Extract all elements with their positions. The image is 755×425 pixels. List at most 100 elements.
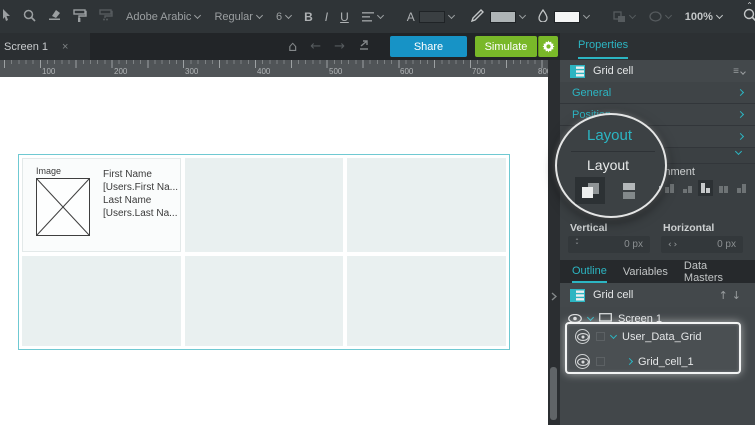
fill-color-droplet-icon[interactable]: [538, 8, 548, 25]
chevron-down-icon[interactable]: [609, 331, 618, 339]
stepper-left-right-icon[interactable]: ‹›: [668, 240, 679, 250]
tree-row-grid-cell-1[interactable]: Grid_cell_1: [567, 349, 739, 374]
select-checkbox[interactable]: [596, 332, 605, 341]
font-family-value: Adobe Arabic: [126, 10, 192, 23]
layout-free-button[interactable]: [575, 177, 605, 204]
chevron-right-icon[interactable]: [625, 357, 634, 366]
ruler-label: 300: [185, 67, 199, 76]
grid-cell[interactable]: [184, 158, 344, 252]
text-align-select[interactable]: [361, 11, 384, 22]
underline-button[interactable]: U: [340, 10, 349, 24]
design-canvas[interactable]: Image First Name [Users.First Na... Last…: [0, 77, 548, 425]
eye-icon: [576, 357, 589, 366]
zoom-level-select[interactable]: 100%: [685, 11, 723, 23]
align-option-button[interactable]: [734, 180, 749, 196]
chevron-down-icon: [447, 11, 455, 19]
grid-cell[interactable]: [347, 256, 506, 346]
field-line[interactable]: [Users.First Na...: [103, 181, 178, 194]
close-icon[interactable]: ×: [62, 41, 68, 53]
simulate-settings-button[interactable]: [538, 36, 558, 57]
user-data-grid-widget[interactable]: Image First Name [Users.First Na... Last…: [18, 154, 510, 350]
magnified-layout-section-title: Layout: [587, 127, 633, 144]
bold-button[interactable]: B: [304, 10, 313, 24]
collapse-toolbar-icon[interactable]: ⌃: [746, 1, 753, 10]
ruler-label: 100: [42, 67, 56, 76]
image-placeholder[interactable]: [36, 178, 90, 236]
chevron-down-icon: [518, 11, 526, 19]
align-left-icon: [361, 11, 374, 22]
tutorial-highlight-box: User_Data_Grid Grid_cell_1: [565, 322, 741, 374]
field-line[interactable]: First Name: [103, 168, 178, 181]
layout-vertical-button[interactable]: [614, 177, 644, 204]
horizontal-spacing-field[interactable]: ‹› 0 px: [661, 236, 743, 253]
forward-arrow-icon[interactable]: →: [334, 39, 345, 54]
style-copy-icon[interactable]: [99, 8, 113, 25]
chevron-down-icon: [285, 11, 293, 19]
grid-cell[interactable]: [22, 256, 181, 346]
tab-data-masters[interactable]: Data Masters: [684, 260, 743, 284]
zoom-tool-icon[interactable]: [23, 9, 36, 25]
panel-menu-icon[interactable]: ≡: [733, 66, 746, 77]
free-layout-icon: [581, 183, 599, 198]
app-window: Adobe Arabic Regular 6 B I U A 100% ⌃ Sc…: [0, 0, 755, 425]
font-size-select[interactable]: 6: [276, 11, 293, 23]
move-up-down-icons[interactable]: ↑↓: [719, 289, 745, 302]
collapse-panel-icon[interactable]: [551, 288, 558, 306]
eye-circle[interactable]: [575, 354, 590, 369]
align-option-button[interactable]: [680, 180, 695, 196]
grid-cell[interactable]: [184, 256, 344, 346]
eraser-tool-icon[interactable]: [48, 9, 61, 24]
outline-widget-header: Grid cell ↑↓: [560, 283, 755, 307]
border-color-pencil-icon[interactable]: [470, 8, 484, 25]
chevron-down-icon: [734, 147, 743, 156]
font-style-select[interactable]: Regular: [214, 10, 264, 23]
simulate-button[interactable]: Simulate: [475, 36, 537, 57]
format-painter-icon[interactable]: [73, 8, 87, 25]
font-style-value: Regular: [214, 10, 253, 23]
effects-select[interactable]: [649, 11, 672, 22]
share-button[interactable]: Share: [390, 36, 467, 57]
tree-row-user-data-grid[interactable]: User_Data_Grid: [567, 324, 739, 349]
back-arrow-icon[interactable]: ←: [310, 39, 321, 54]
outline-widget-name: Grid cell: [593, 289, 634, 301]
border-color-select[interactable]: [489, 10, 526, 23]
field-line[interactable]: [Users.Last Na...: [103, 207, 178, 220]
cursor-tool-icon[interactable]: [2, 9, 11, 24]
grid-cell-1[interactable]: Image First Name [Users.First Na... Last…: [22, 158, 181, 252]
chevron-down-icon: [255, 11, 264, 19]
arrange-select[interactable]: [613, 10, 636, 23]
align-option-button[interactable]: [716, 180, 731, 196]
vertical-spacing-field[interactable]: ˆˇ 0 px: [568, 236, 650, 253]
tutorial-magnifier-circle: Layout Layout: [555, 113, 667, 218]
stepper-up-down-icon[interactable]: ˆˇ: [575, 238, 579, 250]
vertical-scrollbar[interactable]: [550, 367, 557, 420]
image-placeholder-label: Image: [36, 166, 62, 176]
workspace: Screen 1 × ⌂ ← → Share Simulate 100 200 …: [0, 33, 755, 425]
font-family-select[interactable]: Adobe Arabic: [126, 10, 202, 23]
field-line[interactable]: Last Name: [103, 194, 178, 207]
select-checkbox[interactable]: [596, 357, 605, 366]
align-option-button-selected[interactable]: [698, 180, 713, 196]
chevron-down-icon[interactable]: [586, 313, 595, 321]
open-external-icon[interactable]: [358, 39, 370, 54]
italic-button[interactable]: I: [325, 10, 328, 24]
chevron-right-icon: [736, 110, 745, 119]
effects-icon: [649, 11, 662, 22]
grid-cell[interactable]: [347, 158, 506, 252]
layout-horizontal-button[interactable]: [653, 177, 665, 204]
tree-label: User_Data_Grid: [622, 330, 702, 343]
outline-tree: Screen 1 User_Data_Grid Grid_cell_1: [560, 307, 755, 425]
tab-screen-1[interactable]: Screen 1 ×: [0, 33, 90, 60]
chevron-down-icon: [376, 11, 384, 19]
search-icon[interactable]: [743, 8, 755, 25]
tab-variables[interactable]: Variables: [623, 266, 668, 278]
text-color-select[interactable]: A: [407, 10, 455, 24]
magnified-layout-group-label: Layout: [587, 157, 630, 173]
eye-circle[interactable]: [575, 329, 590, 344]
section-general[interactable]: General: [560, 82, 755, 104]
fill-color-select[interactable]: [553, 10, 590, 23]
tab-outline[interactable]: Outline: [572, 260, 607, 283]
tab-properties[interactable]: Properties: [578, 39, 629, 59]
eye-icon: [576, 332, 589, 341]
home-icon[interactable]: ⌂: [288, 39, 297, 55]
